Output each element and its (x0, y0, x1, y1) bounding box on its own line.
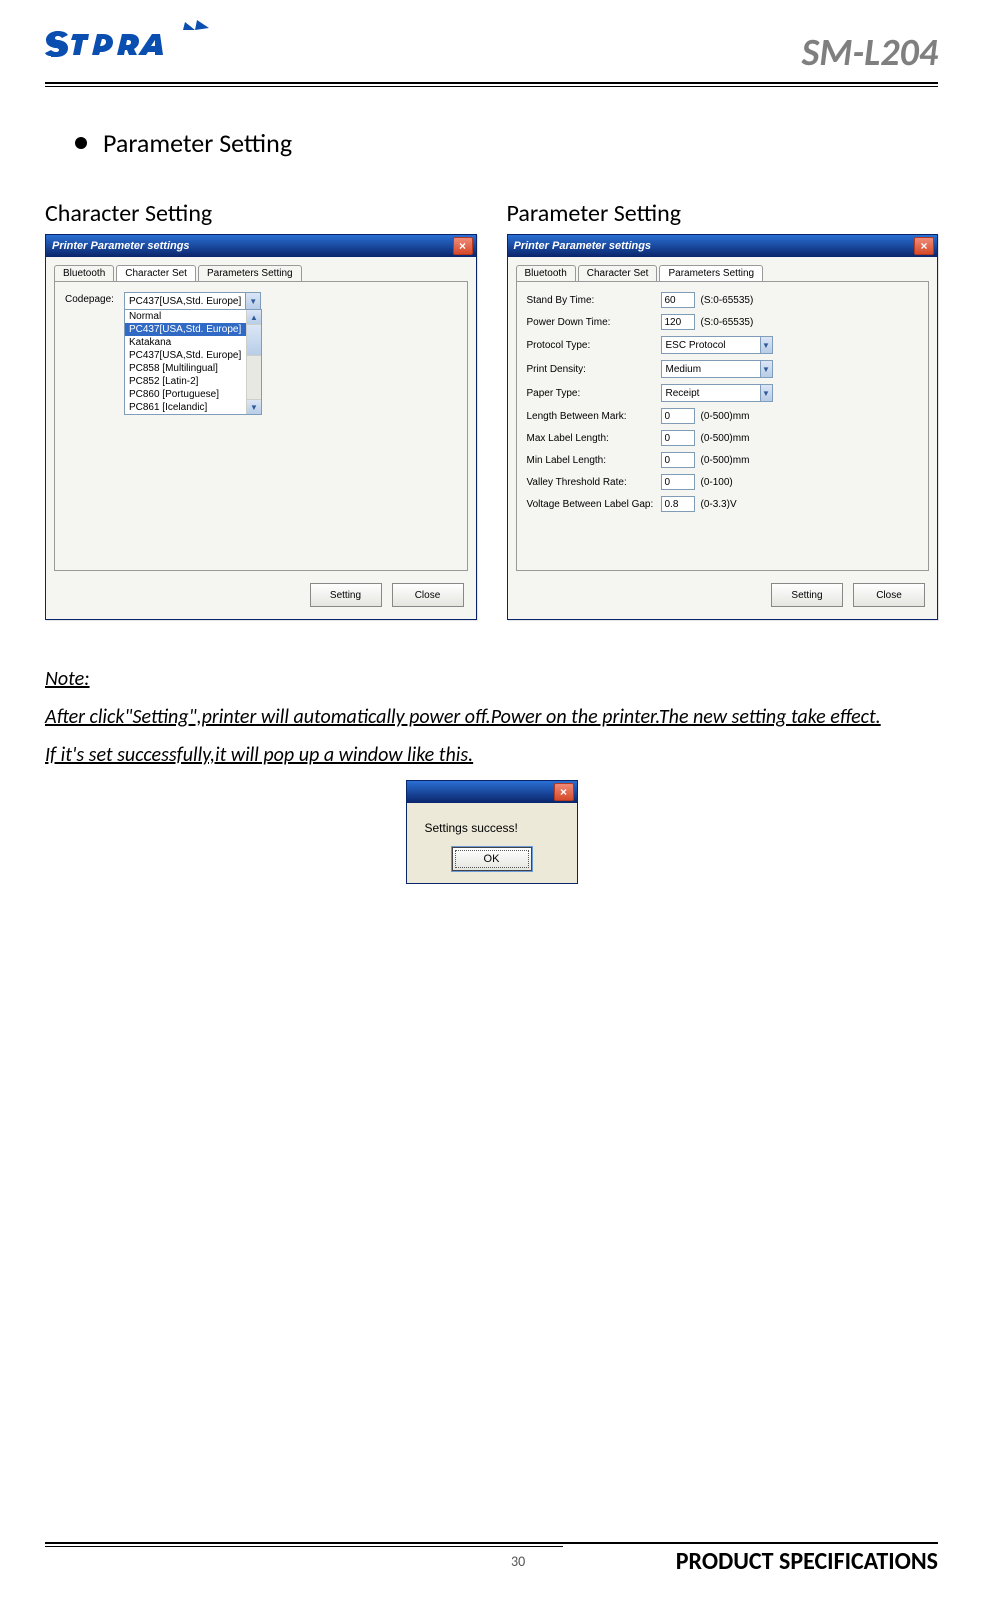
scrollbar[interactable]: ▲ ▼ (246, 310, 261, 414)
paper-type-combobox[interactable]: Receipt ▼ (661, 384, 773, 402)
brand-logo (45, 20, 215, 76)
print-density-combobox[interactable]: Medium ▼ (661, 360, 773, 378)
min-label-length-label: Min Label Length: (527, 455, 655, 466)
popup-titlebar: × (407, 781, 577, 803)
print-density-value: Medium (662, 364, 760, 375)
model-label: SM-L204 (802, 30, 938, 76)
footer-rule (45, 1542, 938, 1544)
popup-message: Settings success! (407, 803, 577, 841)
setting-button[interactable]: Setting (310, 583, 382, 607)
header-rule-thick (45, 82, 938, 84)
print-density-label: Print Density: (527, 364, 655, 375)
voltage-gap-range: (0-3.3)V (701, 499, 737, 510)
valley-threshold-input[interactable] (661, 474, 695, 490)
right-column-title: Parameter Setting (507, 199, 939, 228)
max-label-length-input[interactable] (661, 430, 695, 446)
note-heading: Note: (45, 667, 90, 691)
powerdown-time-range: (S:0-65535) (701, 317, 754, 328)
length-between-mark-input[interactable] (661, 408, 695, 424)
setting-button[interactable]: Setting (771, 583, 843, 607)
close-icon[interactable]: × (453, 237, 473, 255)
standby-time-label: Stand By Time: (527, 295, 655, 306)
window-titlebar: Printer Parameter settings × (46, 235, 476, 257)
scrollbar-thumb[interactable] (247, 325, 261, 356)
chevron-down-icon[interactable]: ▼ (760, 361, 772, 377)
powerdown-time-input[interactable] (661, 314, 695, 330)
standby-time-range: (S:0-65535) (701, 295, 754, 306)
list-item[interactable]: PC858 [Multilingual] (125, 362, 246, 375)
tab-bluetooth[interactable]: Bluetooth (516, 265, 576, 281)
left-column-title: Character Setting (45, 199, 477, 228)
page-number: 30 (360, 1553, 675, 1570)
chevron-down-icon[interactable]: ▼ (245, 293, 260, 309)
codepage-label: Codepage: (65, 294, 114, 305)
footer-spec-label: PRODUCT SPECIFICATIONS (676, 1547, 938, 1576)
note-line-1: After click"Setting",printer will automa… (45, 705, 881, 729)
voltage-gap-label: Voltage Between Label Gap: (527, 499, 655, 510)
tab-parameters-setting[interactable]: Parameters Setting (659, 265, 763, 281)
section-title: Parameter Setting (103, 127, 292, 159)
ok-button[interactable]: OK (452, 847, 532, 871)
codepage-selected-value: PC437[USA,Std. Europe] (125, 296, 245, 307)
header-rule-thin (45, 86, 938, 87)
list-item[interactable]: PC860 [Portuguese] (125, 388, 246, 401)
valley-threshold-range: (0-100) (701, 477, 733, 488)
max-label-length-label: Max Label Length: (527, 433, 655, 444)
max-label-length-range: (0-500)mm (701, 433, 750, 444)
tab-bluetooth[interactable]: Bluetooth (54, 265, 114, 281)
paper-type-label: Paper Type: (527, 388, 655, 399)
note-line-2: If it's set successfully,it will pop up … (45, 743, 473, 767)
parameter-setting-window: Printer Parameter settings × Bluetooth C… (507, 234, 939, 620)
valley-threshold-label: Valley Threshold Rate: (527, 477, 655, 488)
codepage-combobox[interactable]: PC437[USA,Std. Europe] ▼ (124, 292, 261, 310)
length-between-mark-range: (0-500)mm (701, 411, 750, 422)
protocol-type-label: Protocol Type: (527, 340, 655, 351)
min-label-length-input[interactable] (661, 452, 695, 468)
list-item[interactable]: PC437[USA,Std. Europe] (125, 323, 246, 336)
character-setting-window: Printer Parameter settings × Bluetooth C… (45, 234, 477, 620)
protocol-type-combobox[interactable]: ESC Protocol ▼ (661, 336, 773, 354)
protocol-type-value: ESC Protocol (662, 340, 760, 351)
close-button[interactable]: Close (392, 583, 464, 607)
close-icon[interactable]: × (554, 783, 574, 801)
list-item[interactable]: Normal (125, 310, 246, 323)
powerdown-time-label: Power Down Time: (527, 317, 655, 328)
standby-time-input[interactable] (661, 292, 695, 308)
scroll-down-icon[interactable]: ▼ (247, 399, 261, 414)
voltage-gap-input[interactable] (661, 496, 695, 512)
paper-type-value: Receipt (662, 388, 760, 399)
tab-bar: Bluetooth Character Set Parameters Setti… (508, 257, 938, 281)
list-item[interactable]: PC437[USA,Std. Europe] (125, 349, 246, 362)
tab-parameters-setting[interactable]: Parameters Setting (198, 265, 302, 281)
list-item[interactable]: PC861 [Icelandic] (125, 401, 246, 414)
list-item[interactable]: Katakana (125, 336, 246, 349)
list-item[interactable]: PC852 [Latin-2] (125, 375, 246, 388)
close-button[interactable]: Close (853, 583, 925, 607)
chevron-down-icon[interactable]: ▼ (760, 385, 772, 401)
success-popup: × Settings success! OK (406, 780, 578, 884)
chevron-down-icon[interactable]: ▼ (760, 337, 772, 353)
length-between-mark-label: Length Between Mark: (527, 411, 655, 422)
tab-character-set[interactable]: Character Set (116, 265, 196, 281)
codepage-listbox[interactable]: Normal PC437[USA,Std. Europe] Katakana P… (124, 309, 262, 415)
tab-character-set[interactable]: Character Set (578, 265, 658, 281)
window-title: Printer Parameter settings (514, 240, 652, 252)
tab-bar: Bluetooth Character Set Parameters Setti… (46, 257, 476, 281)
bullet-icon (75, 137, 87, 149)
scroll-up-icon[interactable]: ▲ (247, 310, 261, 325)
window-titlebar: Printer Parameter settings × (508, 235, 938, 257)
min-label-length-range: (0-500)mm (701, 455, 750, 466)
window-title: Printer Parameter settings (52, 240, 190, 252)
close-icon[interactable]: × (914, 237, 934, 255)
